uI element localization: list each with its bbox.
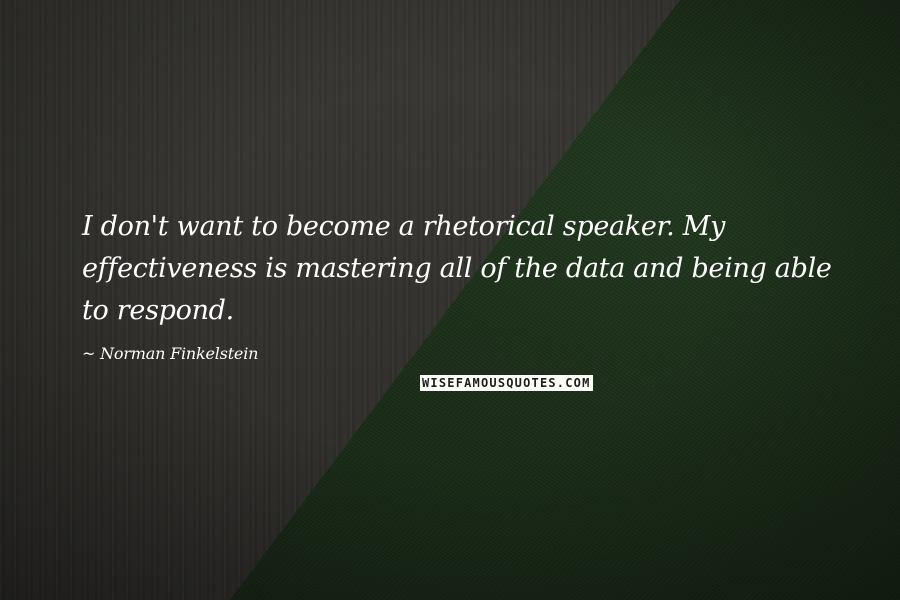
quote-card: I don't want to become a rhetorical spea… <box>0 0 900 600</box>
site-watermark: WISEFAMOUSQUOTES.COM <box>420 375 593 391</box>
quote-author: ~ Norman Finkelstein <box>82 344 259 363</box>
quote-text: I don't want to become a rhetorical spea… <box>82 211 832 326</box>
